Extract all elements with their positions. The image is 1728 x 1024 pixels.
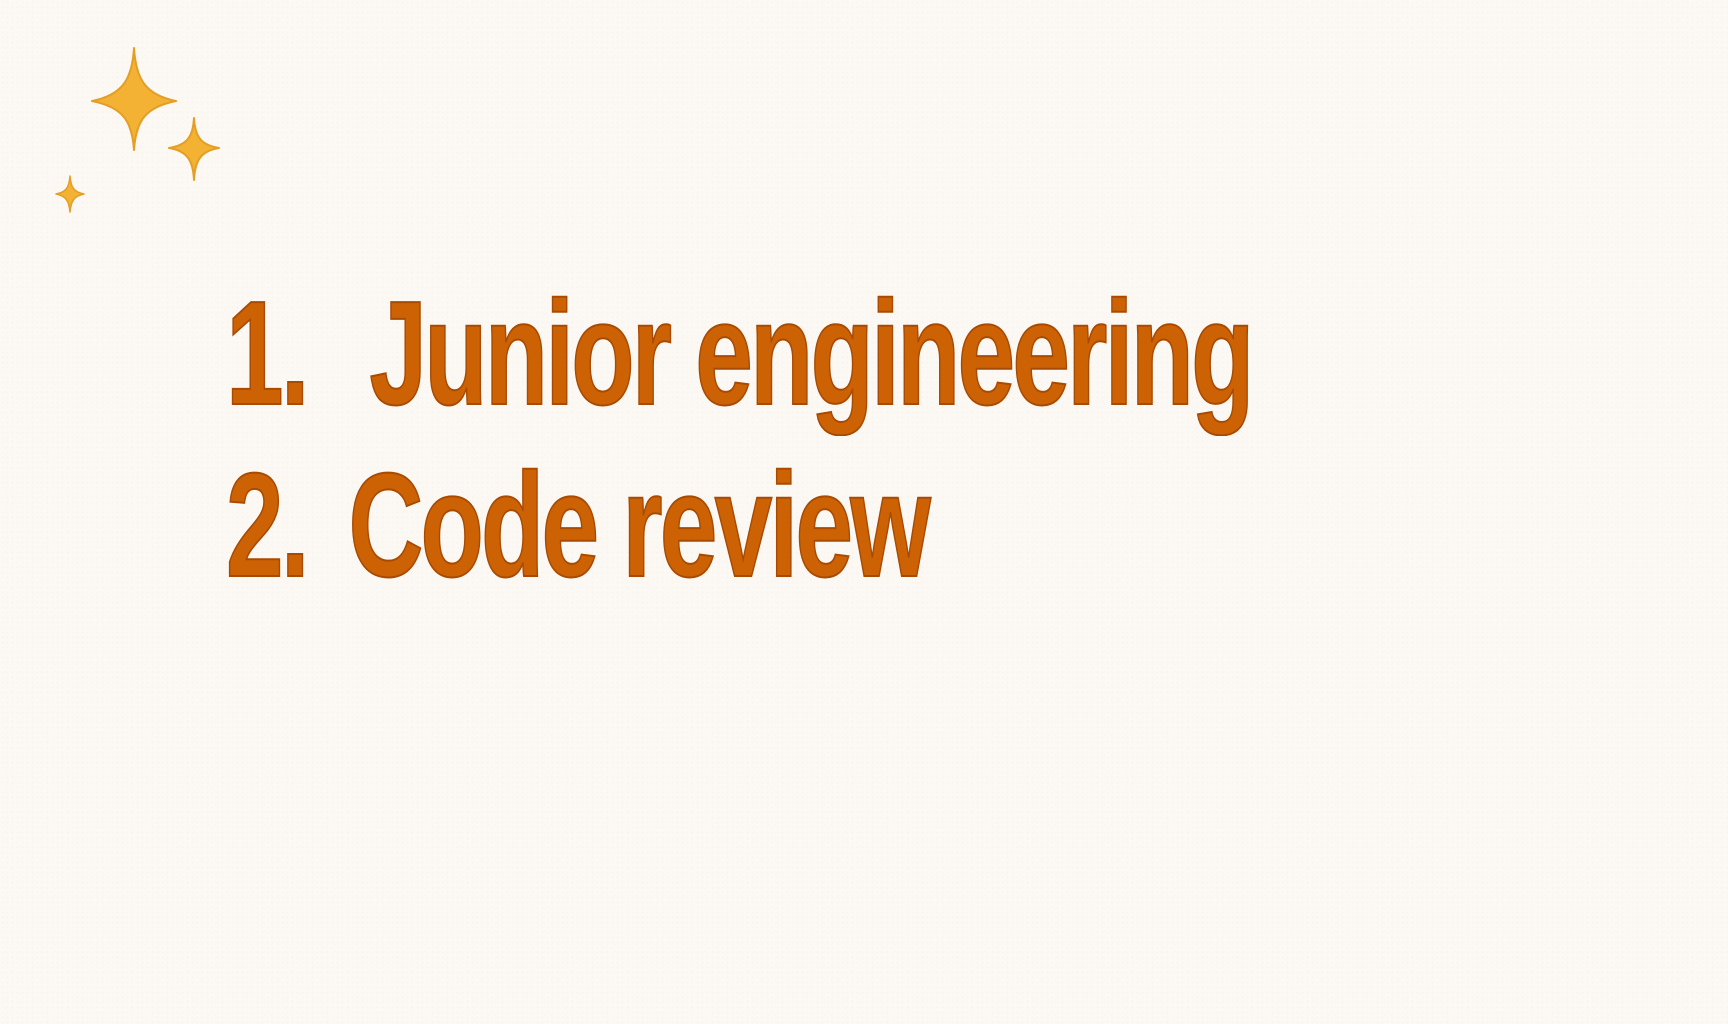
numbered-list: 1. Junior engineering 2. Code review bbox=[225, 268, 1691, 612]
list-item-label: Code review bbox=[348, 442, 932, 609]
large-sparkle-icon bbox=[91, 47, 177, 151]
small-sparkle-icon bbox=[55, 175, 85, 213]
medium-sparkle-icon bbox=[168, 117, 220, 181]
sparkles-decoration bbox=[55, 47, 220, 213]
list-item-label: Junior engineering bbox=[369, 270, 1255, 437]
list-item: 2. Code review bbox=[225, 440, 1252, 612]
list-item: 1. Junior engineering bbox=[225, 268, 1255, 440]
list-item-number: 1. bbox=[225, 270, 310, 437]
list-item-number: 2. bbox=[225, 442, 310, 609]
